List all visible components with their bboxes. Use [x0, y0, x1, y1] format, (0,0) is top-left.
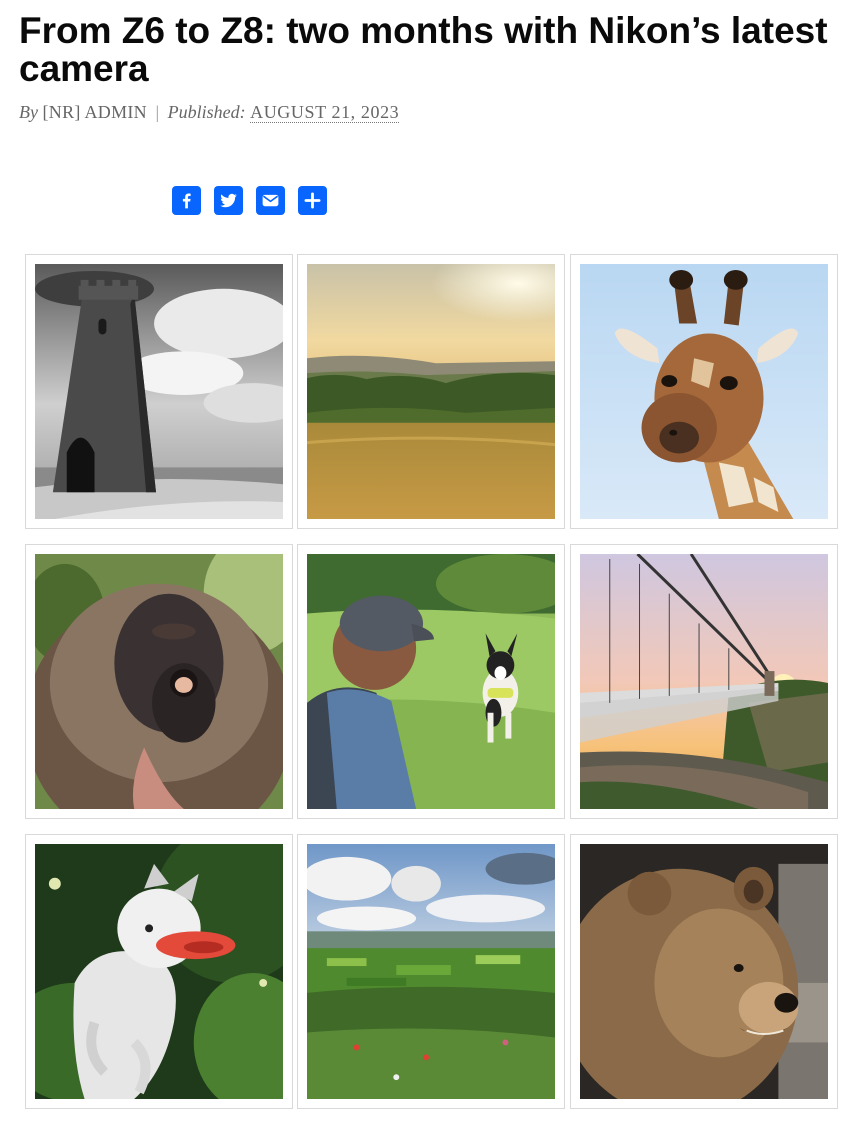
publish-date: AUGUST 21, 2023 [250, 102, 400, 123]
facebook-share-button[interactable] [172, 186, 201, 215]
published-label: Published: [167, 102, 246, 122]
by-label: By [19, 102, 38, 122]
meadow-sunset-photo [307, 264, 555, 519]
brown-bear-photo [580, 844, 828, 1099]
giraffe-photo [580, 264, 828, 519]
byline: By [NR] ADMIN | Published: AUGUST 21, 20… [19, 102, 400, 123]
woman-and-dog-photo [307, 554, 555, 809]
email-icon [262, 194, 279, 207]
tower-black-and-white-photo [35, 264, 283, 519]
suspension-bridge-photo [580, 554, 828, 809]
share-bar [172, 186, 327, 215]
gallery-item-monkey[interactable] [25, 544, 293, 819]
gallery-item-woman-dog[interactable] [297, 544, 565, 819]
photo-gallery [25, 254, 838, 1114]
more-share-button[interactable] [298, 186, 327, 215]
gallery-item-tower[interactable] [25, 254, 293, 529]
countryside-landscape-photo [307, 844, 555, 1099]
plus-icon [304, 192, 321, 209]
gallery-item-dog-frisbee[interactable] [25, 834, 293, 1109]
gallery-item-countryside[interactable] [297, 834, 565, 1109]
twitter-share-button[interactable] [214, 186, 243, 215]
dog-with-frisbee-photo [35, 844, 283, 1099]
gallery-item-bear[interactable] [570, 834, 838, 1109]
byline-separator: | [155, 102, 160, 122]
gallery-item-meadow[interactable] [297, 254, 565, 529]
article-title: From Z6 to Z8: two months with Nikon’s l… [19, 10, 828, 89]
twitter-icon [220, 193, 237, 208]
author-link[interactable]: [NR] ADMIN [42, 102, 147, 122]
gallery-item-bridge[interactable] [570, 544, 838, 819]
gelada-monkey-photo [35, 554, 283, 809]
facebook-icon [182, 193, 191, 209]
email-share-button[interactable] [256, 186, 285, 215]
gallery-item-giraffe[interactable] [570, 254, 838, 529]
